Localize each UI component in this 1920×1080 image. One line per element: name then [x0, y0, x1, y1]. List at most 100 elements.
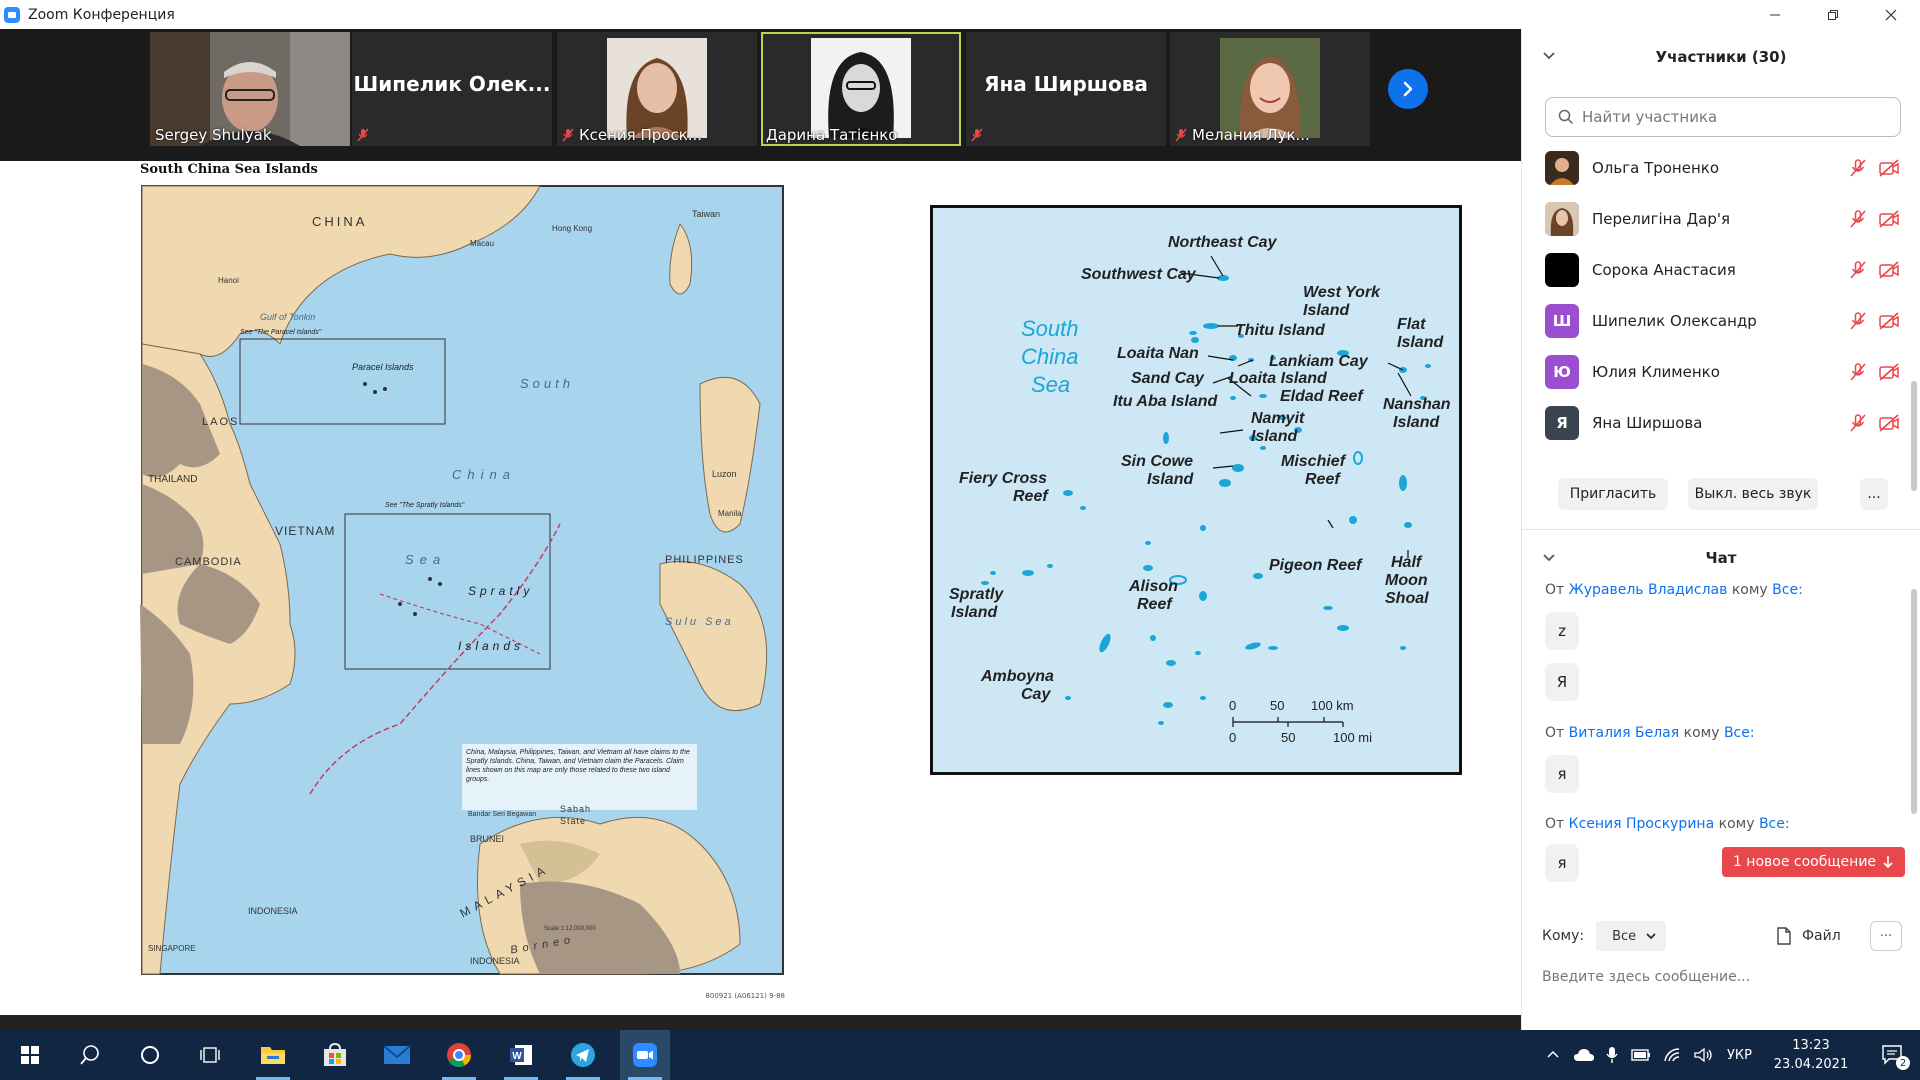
zoom-taskbar-button[interactable] [620, 1030, 670, 1080]
map-scale: Scale 1:12,000,000 [544, 926, 596, 932]
notifications-button[interactable]: 2 [1868, 1030, 1918, 1080]
notification-count: 2 [1896, 1056, 1910, 1070]
more-options-button[interactable]: ... [1860, 478, 1888, 510]
chrome-button[interactable] [434, 1030, 484, 1080]
chat-message-header: От Виталия Белая кому Все: [1545, 725, 1755, 741]
map-label: Sulu Sea [665, 616, 734, 628]
close-button[interactable] [1862, 0, 1920, 29]
search-button[interactable] [65, 1030, 115, 1080]
map-label: Luzon [712, 469, 737, 479]
chat-recipient-link[interactable]: Все: [1759, 816, 1790, 832]
store-button[interactable] [310, 1030, 360, 1080]
chat-bubble[interactable]: я [1545, 844, 1579, 882]
chevron-down-icon[interactable] [1542, 551, 1556, 565]
mic-muted-icon [1850, 413, 1866, 432]
map-label: Pigeon Reef [1269, 557, 1362, 574]
onedrive-icon[interactable] [1573, 1047, 1595, 1063]
map-label: West York [1303, 284, 1381, 301]
search-icon [1558, 109, 1574, 125]
map-label: Spratly [949, 586, 1004, 603]
participants-scrollbar[interactable] [1911, 381, 1917, 491]
chat-recipient-link[interactable]: Все: [1772, 582, 1803, 598]
south-china-sea-map: South China Sea Islands CHINA Hong Kong … [140, 162, 785, 1000]
map-label: Island [1393, 414, 1440, 431]
recipient-dropdown[interactable]: Все [1596, 921, 1667, 951]
chat-scrollbar[interactable] [1911, 589, 1917, 814]
mic-muted-icon [1850, 260, 1866, 279]
mute-all-button[interactable]: Выкл. весь звук [1688, 478, 1818, 510]
search-icon [80, 1045, 99, 1065]
telegram-button[interactable] [558, 1030, 608, 1080]
participant-search[interactable] [1545, 97, 1901, 137]
chat-sender-link[interactable]: Ксения Проскурина [1569, 816, 1715, 832]
chat-sender-link[interactable]: Журавель Владислав [1569, 582, 1728, 598]
new-message-label: 1 новое сообщение [1732, 854, 1877, 870]
file-explorer-button[interactable] [248, 1030, 298, 1080]
microphone-icon[interactable] [1605, 1046, 1619, 1064]
volume-icon[interactable] [1693, 1047, 1713, 1063]
to-word: кому [1683, 725, 1720, 741]
clock-time: 13:23 [1792, 1038, 1830, 1053]
map-label: Reef [1137, 596, 1172, 613]
video-tile-daryna[interactable]: Дарина Татієнко [761, 32, 961, 146]
map-labels: CHINA Hong Kong Macau Taiwan Hanoi Gulf … [140, 184, 785, 972]
video-tile-kseniya[interactable]: Ксения Проск... [557, 32, 757, 146]
avatar [1545, 252, 1579, 287]
participant-search-input[interactable] [1582, 108, 1882, 126]
chat-message-input[interactable] [1542, 963, 1902, 991]
file-button[interactable]: Файл [1776, 921, 1841, 951]
meeting-controls-bar [0, 1015, 1521, 1030]
map-label: Half [1391, 554, 1422, 571]
chevron-up-icon[interactable] [1545, 1047, 1561, 1063]
chat-sender-link[interactable]: Виталия Белая [1569, 725, 1680, 741]
participant-row[interactable]: Ю Юлия Клименко [1522, 346, 1920, 397]
participant-row[interactable]: Я Яна Ширшова [1522, 397, 1920, 448]
map-label: Sabah [560, 804, 592, 814]
participant-row[interactable]: Перелигіна Дар'я [1522, 193, 1920, 244]
wifi-icon[interactable] [1663, 1047, 1681, 1063]
map-label: Amboyna [981, 668, 1054, 685]
video-tile-sergey[interactable]: Sergey Shulyak [150, 32, 350, 146]
mic-muted-icon [1850, 158, 1866, 177]
chat-recipient-link[interactable]: Все: [1724, 725, 1755, 741]
participant-row[interactable]: Ш Шипелик Олександр [1522, 295, 1920, 346]
cortana-button[interactable] [125, 1030, 175, 1080]
video-tile-yana[interactable]: Яна Ширшова [966, 32, 1166, 146]
mic-muted-icon [1850, 311, 1866, 330]
language-indicator[interactable]: УКР [1727, 1048, 1752, 1063]
invite-button[interactable]: Пригласить [1558, 478, 1668, 510]
word-button[interactable]: W [496, 1030, 546, 1080]
next-page-button[interactable] [1388, 69, 1428, 109]
chat-bubble[interactable]: z [1545, 612, 1579, 650]
map-note: China, Malaysia, Philippines, Taiwan, an… [466, 749, 690, 783]
video-off-icon [1879, 260, 1899, 279]
side-panel: Участники (30) Ольга Троненко [1521, 29, 1920, 1030]
video-tile-melaniya[interactable]: Мелания Лук... [1170, 32, 1370, 146]
chat-more-button[interactable]: ··· [1870, 921, 1902, 951]
chat-bubble[interactable]: я [1545, 755, 1579, 793]
video-tile-shipelik[interactable]: Шипелик Олек... [352, 32, 552, 146]
clock[interactable]: 13:23 23.04.2021 [1756, 1036, 1866, 1074]
map-label: China [452, 467, 516, 482]
map-label: Shoal [1385, 590, 1429, 607]
task-view-button[interactable] [185, 1030, 235, 1080]
participant-row[interactable]: Сорока Анастасия [1522, 244, 1920, 295]
map-label: China [1021, 344, 1079, 369]
map-label: South [1021, 316, 1079, 341]
battery-icon[interactable] [1631, 1048, 1651, 1062]
map-label: Island [1303, 302, 1350, 319]
chevron-down-icon[interactable] [1542, 49, 1556, 63]
restore-button[interactable] [1804, 0, 1862, 29]
chat-bubble[interactable]: Я [1545, 663, 1579, 701]
map-label: Northeast Cay [1168, 234, 1277, 251]
chat-header: Чат [1522, 543, 1920, 573]
minimize-button[interactable] [1746, 0, 1804, 29]
map-label: CHINA [312, 214, 368, 229]
map-label: PHILIPPINES [665, 554, 744, 566]
chat-title: Чат [1705, 549, 1737, 567]
mail-button[interactable] [372, 1030, 422, 1080]
participant-row[interactable]: Ольга Троненко [1522, 142, 1920, 193]
start-button[interactable] [5, 1030, 55, 1080]
map-label: Moon [1385, 572, 1428, 589]
new-message-button[interactable]: 1 новое сообщение [1722, 847, 1905, 877]
